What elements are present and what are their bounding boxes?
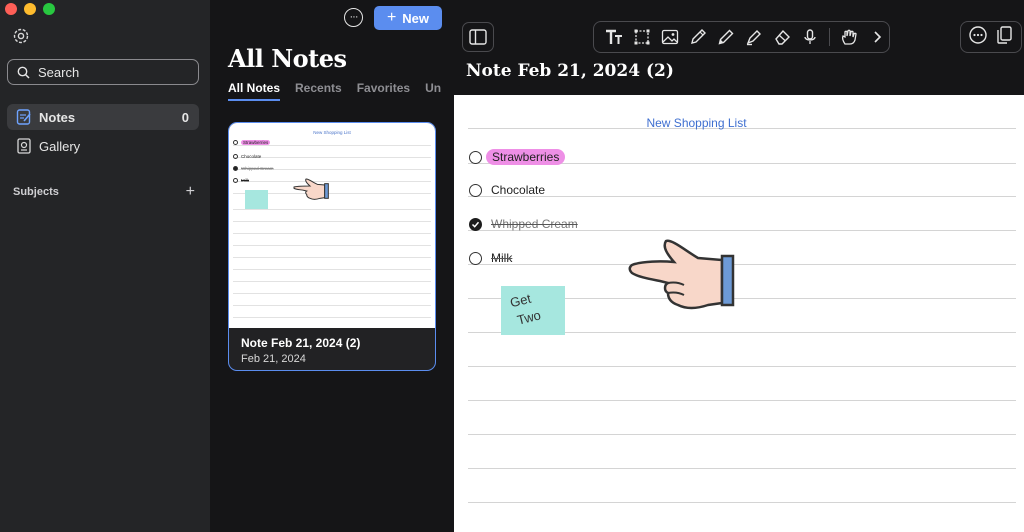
- checklist-item-text: Milk: [491, 251, 513, 265]
- eraser-tool-button[interactable]: [771, 26, 793, 48]
- thumb-sticky-note: [245, 190, 268, 209]
- checkbox-checked[interactable]: [469, 217, 482, 231]
- highlighter-tool-button[interactable]: [743, 26, 765, 48]
- text-tool-icon: [606, 29, 622, 44]
- chevron-right-icon: [874, 31, 882, 43]
- settings-button[interactable]: [11, 26, 31, 46]
- ellipsis-circle-icon: [969, 25, 987, 44]
- hand-tool-button[interactable]: [838, 26, 860, 48]
- microphone-icon: [804, 29, 816, 44]
- checklist-item[interactable]: Chocolate: [469, 183, 545, 197]
- ellipsis-icon: ···: [349, 11, 359, 23]
- thumb-list-item: Whipped Cream: [233, 166, 274, 171]
- record-audio-button[interactable]: [799, 26, 821, 48]
- checkbox[interactable]: [469, 150, 482, 164]
- toolbar-divider: [829, 28, 830, 46]
- checkbox[interactable]: [469, 183, 482, 197]
- gear-icon: [13, 28, 29, 44]
- pointing-hand-icon: [293, 178, 329, 200]
- sticky-note-text: Two: [515, 307, 543, 328]
- note-title: Note Feb 21, 2024 (2): [466, 61, 674, 81]
- sidebar-item-notes[interactable]: Notes 0: [7, 104, 199, 130]
- add-subject-button[interactable]: +: [186, 183, 195, 201]
- thumb-list-item: Chocolate: [233, 154, 261, 159]
- zoom-window-button[interactable]: [43, 3, 55, 15]
- pencil-tool-button[interactable]: [715, 26, 737, 48]
- checkmark-icon: [471, 221, 480, 228]
- eraser-tool-icon: [775, 29, 790, 45]
- pen-tool-button[interactable]: [687, 26, 709, 48]
- note-actions: [960, 21, 1022, 53]
- window-controls: [5, 3, 55, 15]
- search-input[interactable]: Search: [7, 59, 199, 85]
- plus-icon: +: [386, 9, 397, 26]
- note-card-date: Feb 21, 2024: [241, 353, 306, 365]
- note-more-button[interactable]: [968, 25, 988, 50]
- page-view-button[interactable]: [994, 25, 1014, 50]
- thumb-heading: New Shopping List: [313, 130, 351, 135]
- sidebar-item-gallery[interactable]: Gallery: [7, 133, 199, 159]
- sticky-note[interactable]: Get Two: [501, 286, 565, 335]
- note-editor: Note Feb 21, 2024 (2) New Shopping List …: [454, 0, 1024, 532]
- pointing-hand-icon[interactable]: [628, 235, 744, 313]
- checkbox[interactable]: [469, 251, 482, 265]
- highlighter-tool-icon: [746, 30, 761, 46]
- pages-icon: [997, 25, 1012, 44]
- page-title: All Notes: [228, 44, 347, 73]
- search-icon: [17, 66, 30, 79]
- note-thumbnail: New Shopping List Strawberries Chocolate…: [229, 123, 435, 328]
- notes-filter-tabs: All Notes Recents Favorites Un: [228, 81, 454, 103]
- search-placeholder: Search: [38, 64, 80, 80]
- notes-list-panel: ··· + New All Notes All Notes Recents Fa…: [210, 0, 454, 532]
- select-tool-button[interactable]: [631, 26, 653, 48]
- image-tool-icon: [661, 29, 679, 45]
- checklist-item[interactable]: Whipped Cream: [469, 217, 578, 231]
- more-options-button[interactable]: ···: [344, 8, 363, 27]
- notes-icon: [16, 109, 31, 125]
- minimize-window-button[interactable]: [24, 3, 36, 15]
- image-tool-button[interactable]: [659, 26, 681, 48]
- app-window: Search Notes 0 Gallery Subjects + ··· + …: [0, 0, 1024, 532]
- checklist-item-text: Chocolate: [491, 183, 546, 197]
- checklist-item-text: Whipped Cream: [491, 217, 578, 231]
- more-tools-button[interactable]: [866, 26, 888, 48]
- close-window-button[interactable]: [5, 3, 17, 15]
- note-canvas[interactable]: New Shopping List Strawberries Chocolate…: [454, 95, 1024, 532]
- notes-count-badge: 0: [181, 109, 189, 125]
- thumb-list-item: Milk: [233, 178, 249, 183]
- drawing-toolbar: [593, 21, 890, 53]
- subjects-section-header: Subjects +: [13, 183, 195, 201]
- tab-unfiled[interactable]: Un: [425, 81, 441, 103]
- toggle-sidebar-button[interactable]: [462, 22, 494, 52]
- tab-recents[interactable]: Recents: [295, 81, 342, 103]
- hand-tool-icon: [841, 29, 857, 45]
- pencil-tool-icon: [718, 29, 734, 45]
- tab-favorites[interactable]: Favorites: [357, 81, 410, 103]
- pen-tool-icon: [691, 29, 706, 44]
- sidebar-item-label: Gallery: [39, 138, 81, 154]
- thumb-list-item: Strawberries: [233, 140, 271, 145]
- note-card-title: Note Feb 21, 2024 (2): [241, 336, 361, 350]
- subjects-label: Subjects: [13, 186, 59, 198]
- sidebar-toggle-icon: [469, 29, 487, 45]
- sidebar: Search Notes 0 Gallery Subjects +: [0, 0, 210, 532]
- new-note-label: New: [402, 10, 430, 26]
- checklist-item-text: Strawberries: [486, 149, 566, 165]
- tab-all-notes[interactable]: All Notes: [228, 81, 281, 101]
- checklist-item[interactable]: Strawberries: [469, 149, 566, 165]
- gallery-icon: [17, 138, 31, 154]
- sidebar-item-label: Notes: [39, 109, 76, 125]
- checklist-item[interactable]: Milk: [469, 251, 512, 265]
- note-card[interactable]: New Shopping List Strawberries Chocolate…: [228, 122, 436, 371]
- note-heading: New Shopping List: [646, 116, 747, 130]
- select-tool-icon: [634, 29, 650, 45]
- new-note-button[interactable]: + New: [374, 6, 442, 30]
- text-tool-button[interactable]: [603, 26, 625, 48]
- note-card-info: Note Feb 21, 2024 (2) Feb 21, 2024: [229, 328, 435, 370]
- sticky-note-text: Get: [508, 290, 533, 311]
